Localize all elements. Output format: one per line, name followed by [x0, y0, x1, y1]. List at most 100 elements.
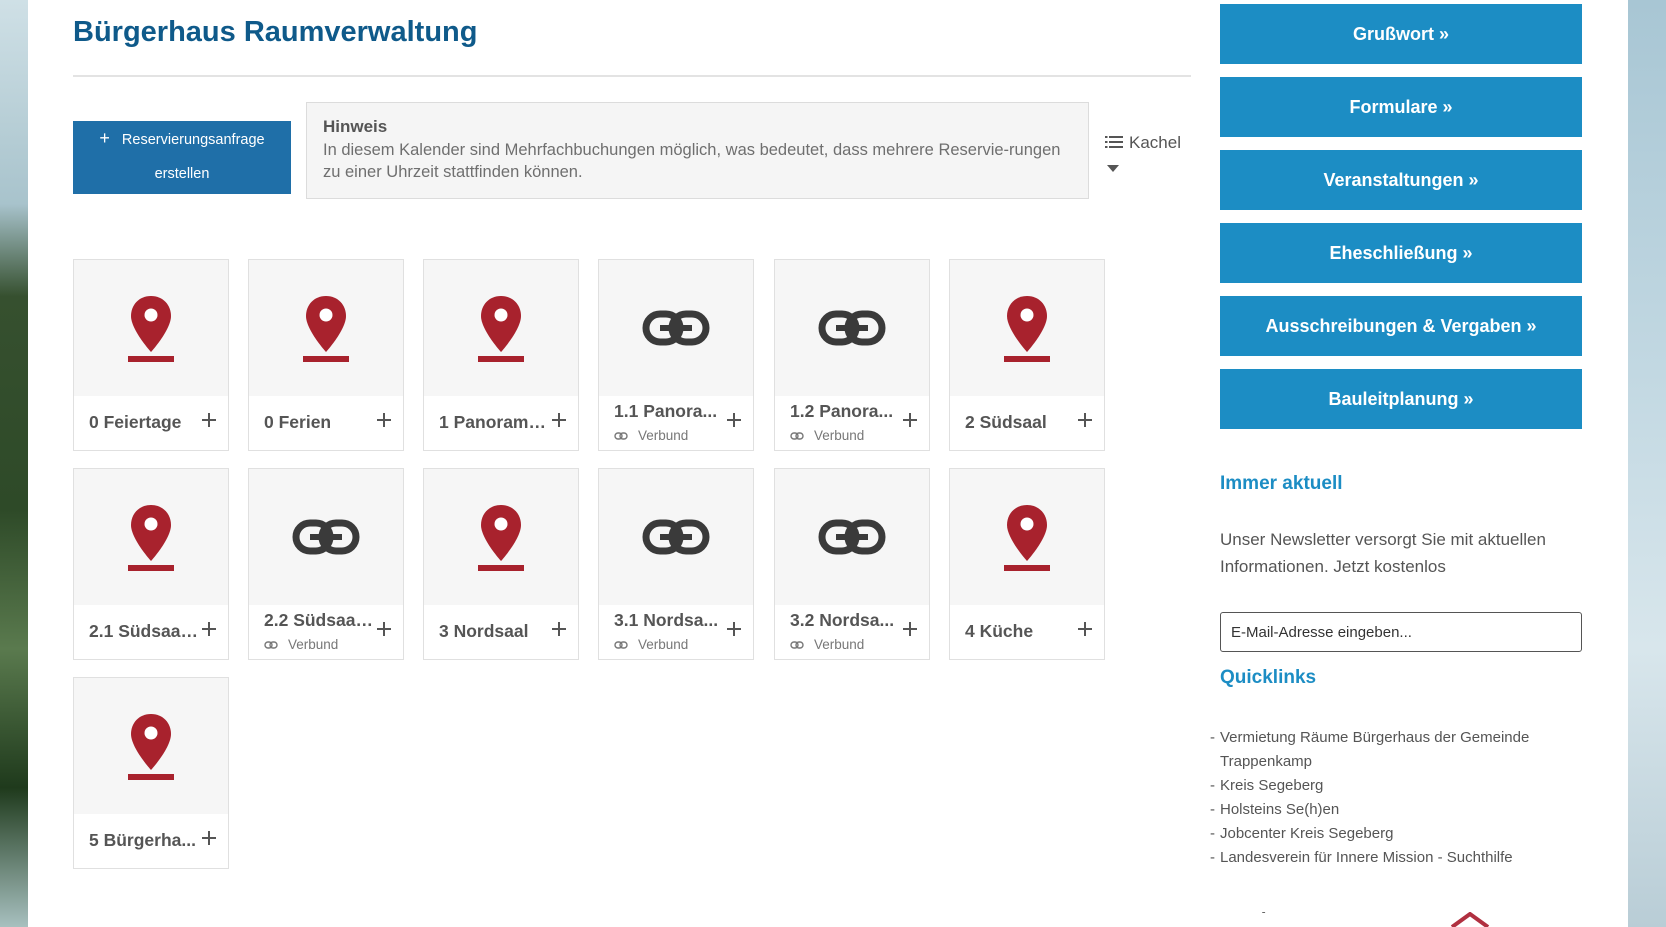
- room-tile[interactable]: 3 Nordsaal: [423, 468, 579, 660]
- room-name: 1.2 Panora...: [790, 401, 894, 421]
- add-reservation-icon[interactable]: [375, 620, 393, 638]
- title-divider: [73, 75, 1191, 77]
- room-name: 3 Nordsaal: [439, 621, 529, 641]
- map-pin-icon: [950, 260, 1104, 396]
- add-reservation-icon[interactable]: [200, 829, 218, 847]
- room-tile[interactable]: 0 Ferien: [248, 259, 404, 451]
- room-group-label: Verbund: [790, 428, 864, 443]
- link-small-icon: [790, 431, 809, 440]
- map-pin-icon: [249, 260, 403, 396]
- caret-down-icon: [1107, 165, 1119, 172]
- create-reservation-label: Reservierungsanfrage erstellen: [121, 132, 265, 182]
- sidebar-button-eheschliessung[interactable]: Eheschließung »: [1220, 223, 1582, 283]
- add-reservation-icon[interactable]: [725, 620, 743, 638]
- map-pin-icon: [74, 678, 228, 814]
- room-tile[interactable]: 5 Bürgerha...: [73, 677, 229, 869]
- room-group-text: Verbund: [814, 428, 865, 443]
- quicklink-item: Kreis Segeberg: [1210, 774, 1582, 798]
- list-icon: [1105, 134, 1123, 154]
- room-name: 1.1 Panora...: [614, 401, 718, 421]
- quicklink-link[interactable]: Landesverein für Innere Mission - Suchth…: [1220, 849, 1513, 866]
- link-icon: [249, 469, 403, 605]
- hint-text: In diesem Kalender sind Mehrfachbuchunge…: [323, 141, 1061, 181]
- page: Bürgerhaus Raumverwaltung + Reservierungs…: [28, 0, 1628, 927]
- background-left: [0, 0, 28, 927]
- create-reservation-button[interactable]: + Reservierungsanfrage erstellen: [73, 121, 291, 194]
- room-name: 4 Küche: [965, 621, 1034, 641]
- house-logo-icon: [1450, 911, 1490, 927]
- quicklinks-list: Vermietung Räume Bürgerhaus der Gemeinde…: [1210, 726, 1582, 870]
- add-reservation-icon[interactable]: [901, 620, 919, 638]
- room-name: 0 Ferien: [264, 412, 332, 432]
- add-reservation-icon[interactable]: [1076, 411, 1094, 429]
- email-field[interactable]: [1220, 612, 1582, 652]
- room-tile[interactable]: 4 Küche: [949, 468, 1105, 660]
- add-reservation-icon[interactable]: [1076, 620, 1094, 638]
- link-icon: [775, 260, 929, 396]
- sidebar-button-formulare[interactable]: Formulare »: [1220, 77, 1582, 137]
- hint-box: Hinweis In diesem Kalender sind Mehrfach…: [306, 102, 1089, 199]
- sidebar-button-grusswort[interactable]: Grußwort »: [1220, 4, 1582, 64]
- quicklink-link[interactable]: Kreis Segeberg: [1220, 777, 1323, 794]
- link-icon: [599, 469, 753, 605]
- main-content: Bürgerhaus Raumverwaltung + Reservierungs…: [73, 0, 1191, 927]
- room-group-text: Verbund: [638, 637, 689, 652]
- newsletter-text: Unser Newsletter versorgt Sie mit aktuel…: [1220, 530, 1546, 576]
- room-name: 3.1 Nordsa...: [614, 610, 719, 630]
- add-reservation-icon[interactable]: [200, 411, 218, 429]
- room-tile[interactable]: 3.1 Nordsa... Verbund: [598, 468, 754, 660]
- quicklink-item: Holsteins Se(h)en: [1210, 798, 1582, 822]
- room-tile[interactable]: 3.2 Nordsa... Verbund: [774, 468, 930, 660]
- sidebar-button-veranstaltungen[interactable]: Veranstaltungen »: [1220, 150, 1582, 210]
- room-name: 5 Bürgerha...: [89, 830, 196, 850]
- page-title: Bürgerhaus Raumverwaltung: [73, 16, 478, 48]
- link-small-icon: [790, 640, 809, 649]
- link-icon: [775, 469, 929, 605]
- room-name: 1 Panorama...: [439, 412, 549, 432]
- add-reservation-icon[interactable]: [725, 411, 743, 429]
- room-name: 2.1 Südsaal...: [89, 621, 199, 641]
- room-tile[interactable]: 1.2 Panora... Verbund: [774, 259, 930, 451]
- quicklink-link[interactable]: Holsteins Se(h)en: [1220, 801, 1339, 818]
- room-name: 3.2 Nordsa...: [790, 610, 895, 630]
- map-pin-icon: [424, 260, 578, 396]
- room-tile[interactable]: 1 Panorama...: [423, 259, 579, 451]
- add-reservation-icon[interactable]: [550, 620, 568, 638]
- add-reservation-icon[interactable]: [550, 411, 568, 429]
- room-group-label: Verbund: [264, 637, 338, 652]
- link-small-icon: [614, 640, 633, 649]
- sidebar-button-ausschreibungen[interactable]: Ausschreibungen & Vergaben »: [1220, 296, 1582, 356]
- room-group-text: Verbund: [638, 428, 689, 443]
- room-group-label: Verbund: [790, 637, 864, 652]
- map-pin-icon: [424, 469, 578, 605]
- add-reservation-icon[interactable]: [901, 411, 919, 429]
- hint-title: Hinweis: [323, 117, 388, 136]
- view-mode-dropdown[interactable]: Kachel: [1105, 133, 1181, 172]
- quicklink-item: Vermietung Räume Bürgerhaus der Gemeinde…: [1210, 726, 1582, 774]
- add-reservation-icon[interactable]: [200, 620, 218, 638]
- link-small-icon: [264, 640, 283, 649]
- room-tile[interactable]: 2.1 Südsaal...: [73, 468, 229, 660]
- plus-icon: +: [99, 128, 110, 148]
- room-group-label: Verbund: [614, 428, 688, 443]
- newsletter-heading: Immer aktuell: [1220, 473, 1343, 494]
- add-reservation-icon[interactable]: [375, 411, 393, 429]
- quicklink-link[interactable]: Vermietung Räume Bürgerhaus der Gemeinde…: [1220, 729, 1529, 770]
- quicklink-link[interactable]: Jobcenter Kreis Segeberg: [1220, 825, 1393, 842]
- room-name: 2.2 Südsaal...: [264, 610, 374, 630]
- link-icon: [599, 260, 753, 396]
- room-tile[interactable]: 1.1 Panora... Verbund: [598, 259, 754, 451]
- background-right: [1628, 0, 1666, 927]
- link-small-icon: [614, 431, 633, 440]
- quicklinks-heading: Quicklinks: [1220, 667, 1317, 688]
- footer-dash: -: [1262, 905, 1266, 919]
- room-tile[interactable]: 2 Südsaal: [949, 259, 1105, 451]
- quicklink-item: Jobcenter Kreis Segeberg: [1210, 822, 1582, 846]
- sidebar-button-bauleitplanung[interactable]: Bauleitplanung »: [1220, 369, 1582, 429]
- room-tile[interactable]: 0 Feiertage: [73, 259, 229, 451]
- room-group-text: Verbund: [288, 637, 339, 652]
- room-tile[interactable]: 2.2 Südsaal... Verbund: [248, 468, 404, 660]
- view-mode-label: Kachel: [1129, 133, 1181, 152]
- room-name: 2 Südsaal: [965, 412, 1047, 432]
- map-pin-icon: [950, 469, 1104, 605]
